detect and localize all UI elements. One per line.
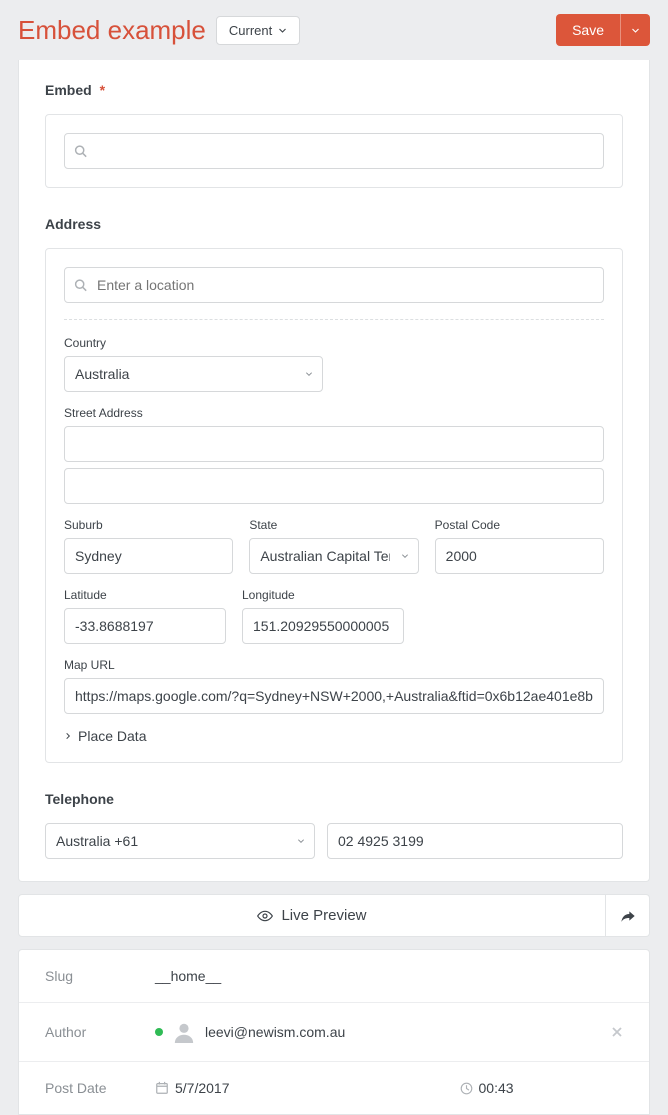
mapurl-input[interactable] xyxy=(64,678,604,714)
clock-icon xyxy=(460,1082,473,1095)
chevron-down-icon xyxy=(278,26,287,35)
chevron-right-icon xyxy=(64,731,72,741)
author-row: Author leevi@newism.com.au xyxy=(19,1003,649,1062)
share-button[interactable] xyxy=(606,894,650,937)
search-icon xyxy=(74,279,87,292)
country-select[interactable]: Australia xyxy=(64,356,323,392)
address-search-input[interactable] xyxy=(64,267,604,303)
remove-author-button[interactable] xyxy=(611,1026,623,1038)
address-heading: Address xyxy=(45,216,623,232)
latitude-input[interactable] xyxy=(64,608,226,644)
place-data-label: Place Data xyxy=(78,728,146,744)
page-title: Embed example xyxy=(18,15,206,46)
slug-row: Slug __home__ xyxy=(19,950,649,1003)
chevron-down-icon xyxy=(631,26,640,35)
postal-label: Postal Code xyxy=(435,518,604,532)
street-line1-input[interactable] xyxy=(64,426,604,462)
postdate-row: Post Date 5/7/2017 00:43 xyxy=(19,1062,649,1114)
search-icon xyxy=(74,145,87,158)
suburb-label: Suburb xyxy=(64,518,233,532)
save-button[interactable]: Save xyxy=(556,14,620,46)
longitude-label: Longitude xyxy=(242,588,404,602)
status-dot-icon xyxy=(155,1028,163,1036)
live-preview-label: Live Preview xyxy=(281,907,366,924)
revision-selector[interactable]: Current xyxy=(216,16,300,45)
calendar-icon xyxy=(155,1081,169,1095)
postal-input[interactable] xyxy=(435,538,604,574)
save-button-group: Save xyxy=(556,14,650,46)
embed-heading: Embed * xyxy=(45,82,623,98)
avatar-icon xyxy=(173,1021,195,1043)
revision-label: Current xyxy=(229,23,272,38)
eye-icon xyxy=(257,910,273,922)
tel-country-code-select[interactable]: Australia +61 xyxy=(45,823,315,859)
posttime-value: 00:43 xyxy=(479,1080,514,1096)
slug-value[interactable]: __home__ xyxy=(155,968,623,984)
live-preview-button[interactable]: Live Preview xyxy=(18,894,606,937)
meta-panel: Slug __home__ Author leevi@newism.com.au… xyxy=(18,949,650,1115)
slug-label: Slug xyxy=(45,968,155,984)
preview-bar: Live Preview xyxy=(18,894,650,937)
longitude-input[interactable] xyxy=(242,608,404,644)
state-select[interactable]: Australian Capital Territory xyxy=(249,538,418,574)
state-label: State xyxy=(249,518,418,532)
postdate-field[interactable]: 5/7/2017 xyxy=(155,1080,230,1096)
latitude-label: Latitude xyxy=(64,588,226,602)
place-data-toggle[interactable]: Place Data xyxy=(64,728,604,744)
share-icon xyxy=(620,909,636,923)
tel-number-input[interactable] xyxy=(327,823,623,859)
postdate-value: 5/7/2017 xyxy=(175,1080,230,1096)
country-label: Country xyxy=(64,336,604,350)
embed-search-input[interactable] xyxy=(64,133,604,169)
postdate-label: Post Date xyxy=(45,1080,155,1096)
posttime-field[interactable]: 00:43 xyxy=(460,1080,514,1096)
street-line2-input[interactable] xyxy=(64,468,604,504)
main-panel: Embed * Address Country Australia xyxy=(18,60,650,882)
telephone-heading: Telephone xyxy=(45,791,623,807)
header-bar: Embed example Current Save xyxy=(0,0,668,60)
embed-box xyxy=(45,114,623,188)
suburb-input[interactable] xyxy=(64,538,233,574)
address-box: Country Australia Street Address Suburb … xyxy=(45,248,623,763)
street-label: Street Address xyxy=(64,406,604,420)
required-asterisk: * xyxy=(100,82,105,98)
mapurl-label: Map URL xyxy=(64,658,604,672)
embed-heading-text: Embed xyxy=(45,82,92,98)
author-label: Author xyxy=(45,1024,155,1040)
author-value[interactable]: leevi@newism.com.au xyxy=(205,1024,345,1040)
save-dropdown-button[interactable] xyxy=(620,14,650,46)
